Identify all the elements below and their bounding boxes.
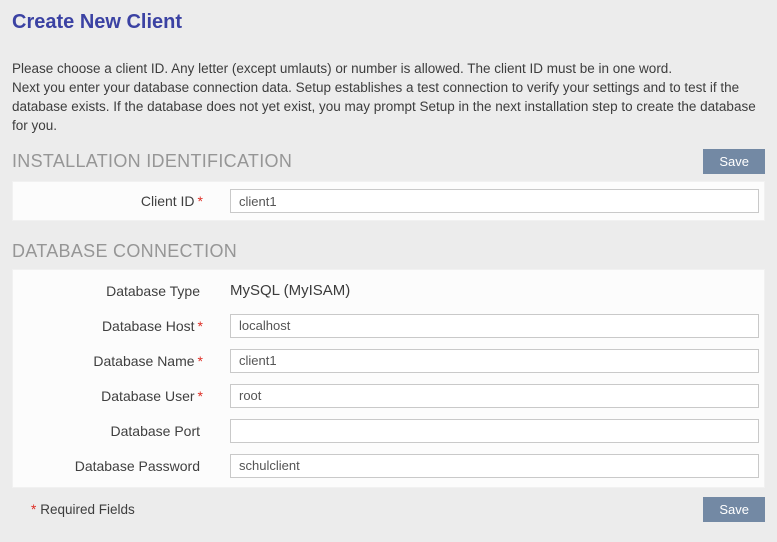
database-name-control <box>230 349 759 373</box>
database-password-control <box>230 454 759 478</box>
database-section-header: DATABASE CONNECTION <box>12 238 765 264</box>
field-label-text: Client ID <box>141 193 195 209</box>
field-label-text: Database User <box>101 388 194 404</box>
database-port-input[interactable] <box>230 419 759 443</box>
intro-line-2: Next you enter your database connection … <box>12 80 756 133</box>
database-port-control <box>230 419 759 443</box>
required-fields-note: * Required Fields <box>28 502 135 517</box>
database-name-label: Database Name* <box>13 353 203 369</box>
required-asterisk: * <box>198 318 203 334</box>
field-label-text: Database Port <box>111 423 201 439</box>
page-title: Create New Client <box>12 0 765 34</box>
form-row-database-user: Database User* <box>13 378 764 413</box>
database-host-control <box>230 314 759 338</box>
setup-page: Create New Client Please choose a client… <box>0 0 777 522</box>
required-asterisk: * <box>198 388 203 404</box>
form-row-database-host: Database Host* <box>13 308 764 343</box>
database-type-label: Database Type <box>13 283 203 299</box>
database-name-input[interactable] <box>230 349 759 373</box>
installation-panel: Client ID* <box>12 181 765 221</box>
database-password-label: Database Password <box>13 458 203 474</box>
database-port-label: Database Port <box>13 423 203 439</box>
database-section-title: DATABASE CONNECTION <box>12 241 237 262</box>
field-label-text: Database Type <box>106 283 200 299</box>
database-host-input[interactable] <box>230 314 759 338</box>
database-host-label: Database Host* <box>13 318 203 334</box>
intro-line-1: Please choose a client ID. Any letter (e… <box>12 59 765 78</box>
form-row-client-id: Client ID* <box>13 189 764 213</box>
footer-bar: * Required Fields Save <box>12 497 765 522</box>
required-note-text: Required Fields <box>40 502 135 517</box>
database-user-control <box>230 384 759 408</box>
intro-text: Please choose a client ID. Any letter (e… <box>12 59 765 135</box>
form-row-database-type: Database Type MySQL (MyISAM) <box>13 273 764 308</box>
client-id-control <box>230 189 759 213</box>
database-password-input[interactable] <box>230 454 759 478</box>
database-user-label: Database User* <box>13 388 203 404</box>
field-label-text: Database Name <box>93 353 194 369</box>
form-row-database-port: Database Port <box>13 413 764 448</box>
save-button-top[interactable]: Save <box>703 149 765 174</box>
field-label-text: Database Host <box>102 318 195 334</box>
form-row-database-password: Database Password <box>13 448 764 483</box>
database-panel: Database Type MySQL (MyISAM) Database Ho… <box>12 269 765 488</box>
database-type-value: MySQL (MyISAM) <box>230 282 759 299</box>
field-label-text: Database Password <box>75 458 200 474</box>
client-id-label: Client ID* <box>13 193 203 209</box>
client-id-input[interactable] <box>230 189 759 213</box>
required-asterisk: * <box>198 193 203 209</box>
save-button-bottom[interactable]: Save <box>703 497 765 522</box>
required-asterisk: * <box>31 502 36 517</box>
installation-section-title: INSTALLATION IDENTIFICATION <box>12 151 292 172</box>
form-row-database-name: Database Name* <box>13 343 764 378</box>
database-type-control: MySQL (MyISAM) <box>230 282 759 299</box>
required-asterisk: * <box>198 353 203 369</box>
installation-section-header: INSTALLATION IDENTIFICATION Save <box>12 148 765 174</box>
database-user-input[interactable] <box>230 384 759 408</box>
